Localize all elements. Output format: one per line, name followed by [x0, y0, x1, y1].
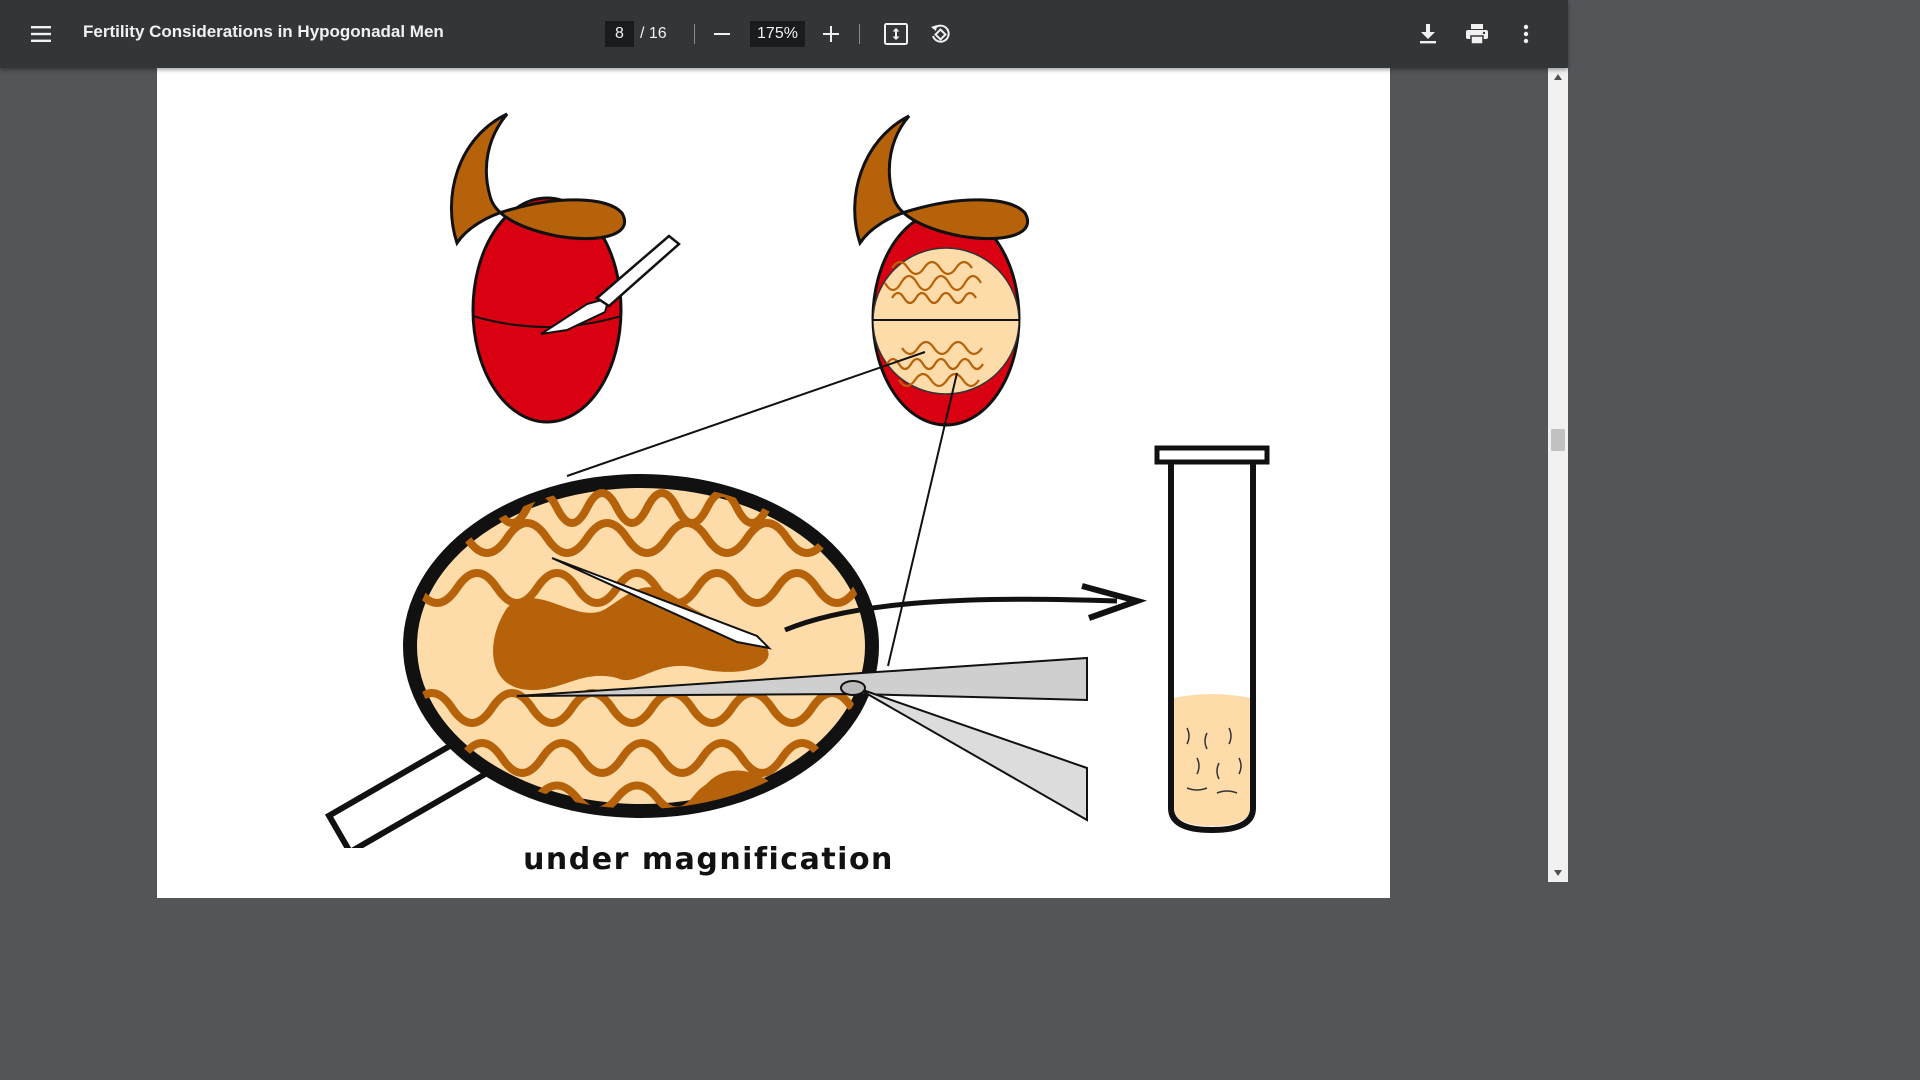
- pdf-toolbar: Fertility Considerations in Hypogonadal …: [0, 0, 1568, 68]
- magnification-line: [566, 351, 926, 477]
- page-number-input[interactable]: [605, 21, 634, 47]
- rotate-icon[interactable]: [927, 21, 953, 47]
- zoom-input[interactable]: [750, 21, 805, 47]
- figure-caption: under magnification: [523, 842, 894, 877]
- zoom-in-icon[interactable]: [819, 22, 843, 46]
- left-testis-illustration: [449, 112, 681, 424]
- page-total: / 16: [640, 25, 667, 42]
- toolbar-divider: [694, 24, 695, 44]
- more-vert-icon[interactable]: [1514, 21, 1538, 47]
- toolbar-divider: [859, 24, 860, 44]
- download-icon[interactable]: [1415, 21, 1441, 47]
- fit-page-icon[interactable]: [883, 21, 909, 47]
- pdf-page: under magnification: [157, 68, 1390, 898]
- test-tube-illustration: [1154, 445, 1270, 834]
- scroll-up-icon[interactable]: [1548, 68, 1568, 86]
- zoom-out-icon[interactable]: [710, 22, 734, 46]
- hamburger-menu-icon[interactable]: [27, 20, 55, 48]
- right-testis-illustration: [853, 114, 1029, 427]
- print-icon[interactable]: [1463, 21, 1491, 47]
- scroll-down-icon[interactable]: [1548, 864, 1568, 882]
- document-title: Fertility Considerations in Hypogonadal …: [83, 22, 444, 41]
- vertical-scrollbar[interactable]: [1548, 68, 1568, 882]
- tese-figure: [324, 112, 1270, 848]
- scrollbar-thumb[interactable]: [1551, 429, 1565, 451]
